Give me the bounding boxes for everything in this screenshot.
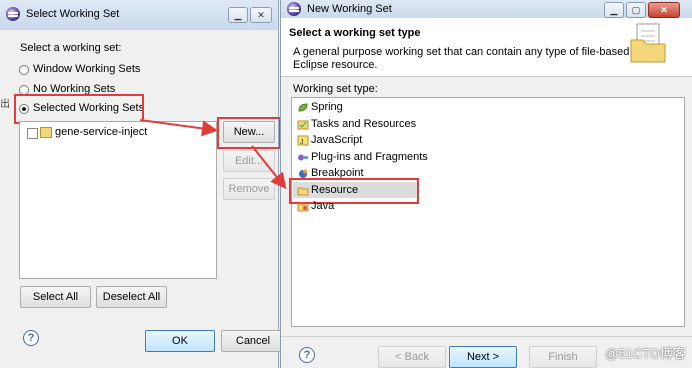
arrow-new-to-resource bbox=[251, 145, 287, 190]
annotation-arrows bbox=[139, 119, 287, 190]
watermark: @51CTO博客 bbox=[605, 346, 686, 361]
arrow-radio-to-new bbox=[139, 119, 218, 137]
